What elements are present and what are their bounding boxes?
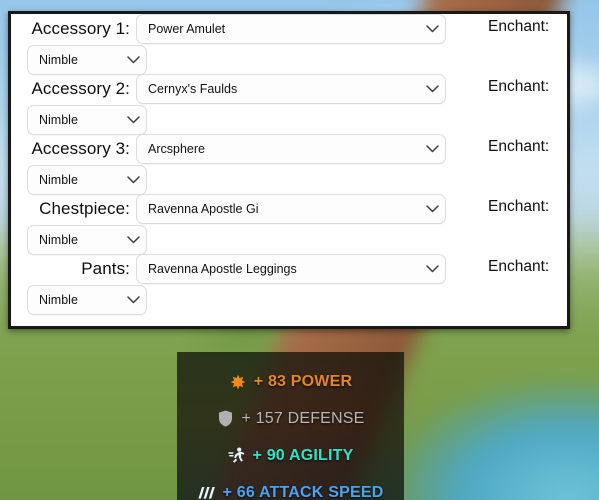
slot-label: Accessory 2:: [31, 79, 130, 98]
chevron-down-icon: [120, 56, 146, 64]
chevron-down-icon: [120, 176, 146, 184]
enchant-label: Enchant:: [488, 258, 550, 275]
gear-select-value: Power Amulet: [148, 22, 226, 36]
equipment-slot-row: Accessory 3: Arcsphere Enchant: Nimble: [11, 134, 567, 195]
gear-select-value: Arcsphere: [148, 142, 205, 156]
chevron-down-icon: [419, 205, 445, 213]
equipment-slot-row: Accessory 1: Power Amulet Enchant: Nimbl…: [11, 14, 567, 75]
equipment-slot-row: Pants: Ravenna Apostle Leggings Enchant:…: [11, 254, 567, 315]
gear-select-accessory-1[interactable]: Power Amulet: [136, 14, 446, 44]
enchant-select-value: Nimble: [39, 293, 78, 307]
gear-select-value: Ravenna Apostle Gi: [148, 202, 259, 216]
stat-text-defense: + 157 DEFENSE: [241, 409, 365, 427]
gear-select-value: Cernyx's Faulds: [148, 82, 238, 96]
slot-label: Chestpiece:: [39, 199, 130, 218]
equipment-panel: Accessory 1: Power Amulet Enchant: Nimbl…: [8, 11, 570, 329]
stat-row-attack-speed: + 66 ATTACK SPEED: [177, 474, 404, 500]
stat-text-agility: + 90 AGILITY: [252, 446, 354, 464]
enchant-select-pants[interactable]: Nimble: [27, 285, 147, 315]
chevron-down-icon: [120, 236, 146, 244]
stat-text-power: + 83 POWER: [253, 372, 353, 390]
gear-select-pants[interactable]: Ravenna Apostle Leggings: [136, 254, 446, 284]
chevron-down-icon: [120, 116, 146, 124]
slot-label: Accessory 3:: [31, 139, 130, 158]
enchant-select-accessory-2[interactable]: Nimble: [27, 105, 147, 135]
gear-select-accessory-2[interactable]: Cernyx's Faulds: [136, 74, 446, 104]
enchant-select-chestpiece[interactable]: Nimble: [27, 225, 147, 255]
enchant-label: Enchant:: [488, 18, 550, 35]
chevron-down-icon: [419, 25, 445, 33]
stat-text-attack-speed: + 66 ATTACK SPEED: [222, 483, 384, 500]
star-icon: [229, 373, 247, 391]
enchant-select-accessory-3[interactable]: Nimble: [27, 165, 147, 195]
running-person-icon: [228, 447, 246, 465]
slot-main-line: Chestpiece: Ravenna Apostle Gi: [11, 194, 567, 224]
slot-main-line: Accessory 2: Cernyx's Faulds: [11, 74, 567, 104]
equipment-slot-row: Accessory 2: Cernyx's Faulds Enchant: Ni…: [11, 74, 567, 135]
enchant-select-accessory-1[interactable]: Nimble: [27, 45, 147, 75]
slot-label: Pants:: [81, 259, 130, 278]
slot-main-line: Accessory 1: Power Amulet: [11, 14, 567, 44]
speed-lines-icon: [197, 484, 216, 500]
stat-summary-panel: + 83 POWER + 157 DEFENSE + 90 AGILITY + …: [177, 352, 404, 500]
equipment-slot-row: Chestpiece: Ravenna Apostle Gi Enchant: …: [11, 194, 567, 255]
enchant-label: Enchant:: [488, 198, 550, 215]
stat-row-agility: + 90 AGILITY: [177, 437, 404, 474]
enchant-select-value: Nimble: [39, 233, 78, 247]
enchant-select-value: Nimble: [39, 113, 78, 127]
enchant-select-value: Nimble: [39, 53, 78, 67]
enchant-label: Enchant:: [488, 78, 550, 95]
chevron-down-icon: [419, 85, 445, 93]
slot-main-line: Accessory 3: Arcsphere: [11, 134, 567, 164]
chevron-down-icon: [120, 296, 146, 304]
shield-icon: [216, 410, 234, 428]
screen-root: Accessory 1: Power Amulet Enchant: Nimbl…: [0, 0, 599, 500]
enchant-select-value: Nimble: [39, 173, 78, 187]
slot-main-line: Pants: Ravenna Apostle Leggings: [11, 254, 567, 284]
chevron-down-icon: [419, 265, 445, 273]
slot-label: Accessory 1:: [31, 19, 130, 38]
enchant-label: Enchant:: [488, 138, 550, 155]
gear-select-accessory-3[interactable]: Arcsphere: [136, 134, 446, 164]
gear-select-chestpiece[interactable]: Ravenna Apostle Gi: [136, 194, 446, 224]
chevron-down-icon: [419, 145, 445, 153]
stat-row-defense: + 157 DEFENSE: [177, 400, 404, 437]
stat-row-power: + 83 POWER: [177, 363, 404, 400]
gear-select-value: Ravenna Apostle Leggings: [148, 262, 297, 276]
